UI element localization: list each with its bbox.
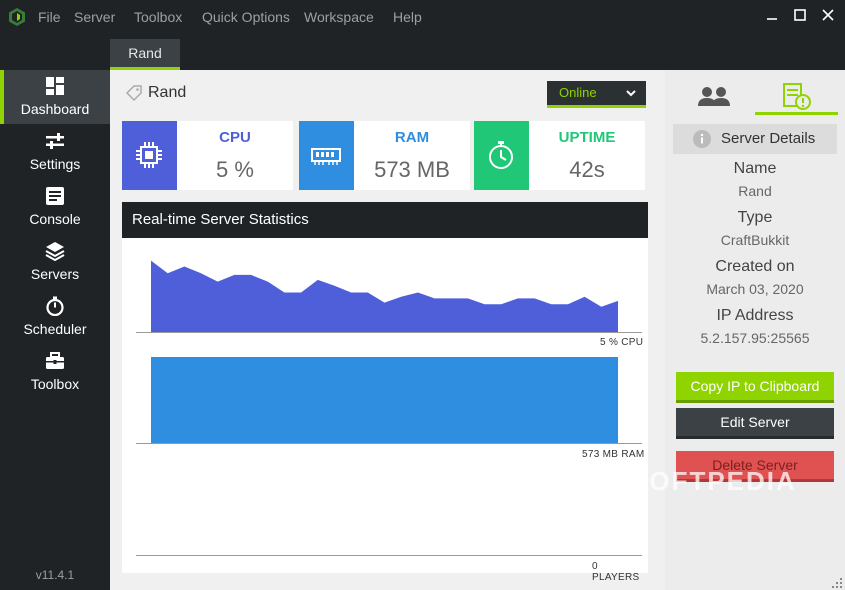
info-icon xyxy=(693,130,711,148)
ram-title: RAM xyxy=(394,129,430,146)
title-bar xyxy=(0,0,845,36)
close-icon[interactable] xyxy=(819,6,837,24)
name-label: Name xyxy=(733,160,777,177)
ram-icon-box xyxy=(299,121,354,190)
stopwatch-icon xyxy=(46,296,64,316)
sidebar-item-label: Console xyxy=(29,211,81,227)
minimize-icon[interactable] xyxy=(763,6,781,24)
dashboard-icon xyxy=(46,77,64,95)
maximize-icon[interactable] xyxy=(791,6,809,24)
sidebar: Dashboard Settings Console Servers Sched… xyxy=(0,70,110,590)
uptime-card: UPTIME 42s xyxy=(474,121,645,190)
watermark: SOFTPEDIA xyxy=(630,466,797,496)
ram-graph-label: 573 MB RAM xyxy=(582,449,645,460)
created-value: March 03, 2020 xyxy=(706,281,804,297)
stats-panel: 5 % CPU 573 MB RAM 0 PLAYERS xyxy=(122,238,648,583)
status-dropdown[interactable]: Online xyxy=(547,81,646,108)
menu-workspace[interactable]: Workspace xyxy=(304,9,374,25)
tab-rand[interactable]: Rand xyxy=(110,39,180,67)
server-name: Rand xyxy=(148,84,187,101)
ram-card: RAM 573 MB xyxy=(299,121,470,190)
menu-server[interactable]: Server xyxy=(74,9,115,25)
copy-ip-button[interactable]: Copy IP to Clipboard xyxy=(676,372,834,403)
tag-icon xyxy=(125,85,142,102)
sidebar-item-label: Dashboard xyxy=(20,101,90,117)
sidebar-item-label: Toolbox xyxy=(30,376,80,392)
sidebar-item-console[interactable]: Console xyxy=(0,180,110,234)
cpu-card: CPU 5 % xyxy=(122,121,293,190)
cpu-graph xyxy=(136,260,642,333)
server-details-title: Server Details xyxy=(721,130,816,147)
cpu-value: 5 % xyxy=(216,157,254,182)
ip-value: 5.2.157.95:25565 xyxy=(700,330,810,346)
status-value: Online xyxy=(559,85,597,100)
stats-title: Real-time Server Statistics xyxy=(132,211,309,228)
server-details-header: Server Details xyxy=(673,124,837,154)
layers-icon xyxy=(45,242,65,261)
ram-area xyxy=(151,357,618,443)
uptime-value: 42s xyxy=(569,157,605,182)
server-info-tab-icon[interactable] xyxy=(766,80,826,116)
sidebar-item-scheduler[interactable]: Scheduler xyxy=(0,290,110,344)
type-value: CraftBukkit xyxy=(720,232,790,248)
cpu-graph-label: 5 % CPU xyxy=(600,337,644,348)
menu-quick-options[interactable]: Quick Options xyxy=(202,9,290,25)
right-tab-indicator xyxy=(755,112,838,115)
cpu-icon-box xyxy=(122,121,177,190)
menu-file[interactable]: File xyxy=(38,9,61,25)
resize-grip-icon[interactable] xyxy=(829,575,843,589)
players-graph xyxy=(136,555,642,556)
ram-value: 573 MB xyxy=(374,157,450,182)
chevron-down-icon xyxy=(626,90,636,97)
type-label: Type xyxy=(737,209,773,226)
ip-label: IP Address xyxy=(716,307,794,324)
sidebar-item-label: Scheduler xyxy=(23,321,87,337)
console-icon xyxy=(46,187,64,205)
cpu-title: CPU xyxy=(219,129,251,146)
sidebar-item-servers[interactable]: Servers xyxy=(0,235,110,289)
users-tab-icon[interactable] xyxy=(684,80,744,116)
stats-header: Real-time Server Statistics xyxy=(122,202,648,238)
uptime-icon-box xyxy=(474,121,529,190)
sidebar-item-toolbox[interactable]: Toolbox xyxy=(0,345,110,399)
cpu-area xyxy=(151,260,618,332)
sidebar-item-label: Settings xyxy=(29,156,81,172)
sliders-icon xyxy=(46,133,64,149)
toolbox-icon xyxy=(46,352,64,369)
created-label: Created on xyxy=(715,258,795,275)
menu-toolbox[interactable]: Toolbox xyxy=(134,9,182,25)
players-graph-label: 0 PLAYERS xyxy=(592,561,640,583)
sidebar-item-label: Servers xyxy=(30,266,80,282)
ram-graph xyxy=(136,357,642,444)
version-label: v11.4.1 xyxy=(35,568,75,582)
app-logo-icon xyxy=(9,8,25,26)
uptime-title: UPTIME xyxy=(558,129,616,146)
cpu-chip-icon xyxy=(136,142,162,168)
sidebar-item-settings[interactable]: Settings xyxy=(0,125,110,179)
name-value: Rand xyxy=(738,183,772,199)
memory-icon xyxy=(311,148,341,165)
sidebar-item-dashboard[interactable]: Dashboard xyxy=(0,70,110,124)
edit-server-button[interactable]: Edit Server xyxy=(676,408,834,439)
menu-help[interactable]: Help xyxy=(393,9,422,25)
stopwatch-icon xyxy=(489,141,513,169)
